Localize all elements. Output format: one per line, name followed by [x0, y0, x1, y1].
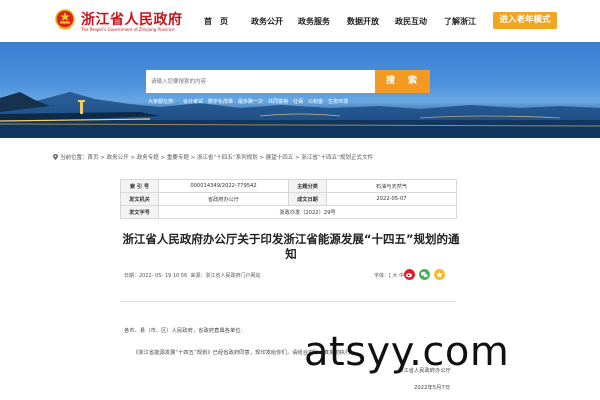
- hot-link[interactable]: 会计考试: [183, 99, 203, 105]
- watermark-text: atsyy.com: [304, 329, 510, 375]
- hot-link[interactable]: 公积金: [308, 99, 323, 105]
- nav-government-services[interactable]: 政务服务: [298, 16, 330, 27]
- article-salutation: 各市、县（市、区）人民政府，省政府直属各单位：: [124, 328, 246, 334]
- site-header: 浙江省人民政府 The People's Government of Zheji…: [0, 0, 600, 42]
- date-label: 成文日期: [288, 192, 327, 206]
- index-value: 000014349/2022-779542: [158, 179, 289, 193]
- nav-about-zhejiang[interactable]: 了解浙江: [444, 16, 476, 27]
- site-title[interactable]: 浙江省人民政府: [81, 9, 183, 29]
- nav-open-government[interactable]: 政务公开: [251, 16, 283, 27]
- category-value: 石油与天然气: [326, 179, 457, 193]
- article-title: 浙江省人民政府办公厅关于印发浙江省能源发展“十四五”规划的通知: [122, 232, 460, 261]
- search-input[interactable]: [146, 70, 375, 93]
- document-meta-table: 索 引 号 000014349/2022-779542 主题分类 石油与天然气 …: [120, 179, 457, 219]
- article-divider: [120, 301, 456, 302]
- banner: 搜 索 大家都在搜： 会计考试数字化改革最多跑一次共同富裕社保公积金生态环境: [0, 42, 600, 138]
- doc-number-label: 发文字号: [120, 205, 159, 219]
- doc-number-value: 浙政办发〔2022〕29号: [158, 205, 457, 219]
- qzone-icon[interactable]: [434, 269, 445, 280]
- location-pin-icon: [53, 154, 58, 160]
- hot-link[interactable]: 数字化改革: [208, 99, 233, 105]
- hot-link[interactable]: 共同富裕: [268, 99, 288, 105]
- article-sign-date: 2022年5月7日: [414, 385, 451, 391]
- hot-link[interactable]: 生态环境: [328, 99, 348, 105]
- breadcrumb-text[interactable]: 当前位置：首页 > 政务公开 > 政务专题 > 重要专题 > 浙江省“十四五”系…: [60, 155, 373, 161]
- weibo-icon[interactable]: [404, 269, 415, 280]
- nav-home[interactable]: 首 页: [204, 16, 228, 27]
- index-label: 索 引 号: [120, 179, 159, 193]
- wechat-icon[interactable]: [419, 269, 430, 280]
- hot-search-label: 大家都在搜：: [148, 99, 179, 105]
- site-subtitle: The People's Government of Zhejiang Prov…: [81, 27, 175, 32]
- issuer-value: 省政府办公厅: [158, 192, 289, 206]
- article-info: 日期：2022- 05- 19 10:56 来源：浙江省人民政府门户网站: [124, 272, 260, 279]
- issuer-label: 发文机关: [120, 192, 159, 206]
- national-emblem-icon: [55, 9, 75, 30]
- article-source: 来源：浙江省人民政府门户网站: [190, 273, 261, 279]
- breadcrumb: 当前位置：首页 > 政务公开 > 政务专题 > 重要专题 > 浙江省“十四五”系…: [53, 153, 373, 161]
- search-button[interactable]: 搜 索: [375, 70, 430, 93]
- nav-public-interaction[interactable]: 政民互动: [395, 16, 427, 27]
- search-box: [146, 70, 375, 93]
- hot-search-links: 大家都在搜： 会计考试 数字化改革 最多跑一次 共同富裕 社保 公积金 生态环境: [148, 98, 353, 105]
- elder-mode-button[interactable]: 进入老年模式: [493, 12, 557, 29]
- category-label: 主题分类: [288, 179, 327, 193]
- publish-date: 日期：2022- 05- 19 10:56: [124, 273, 188, 279]
- hot-link[interactable]: 最多跑一次: [238, 99, 263, 105]
- nav-open-data[interactable]: 数据开放: [347, 16, 379, 27]
- date-value: 2022-05-07: [326, 192, 457, 206]
- hot-link[interactable]: 社保: [293, 99, 303, 105]
